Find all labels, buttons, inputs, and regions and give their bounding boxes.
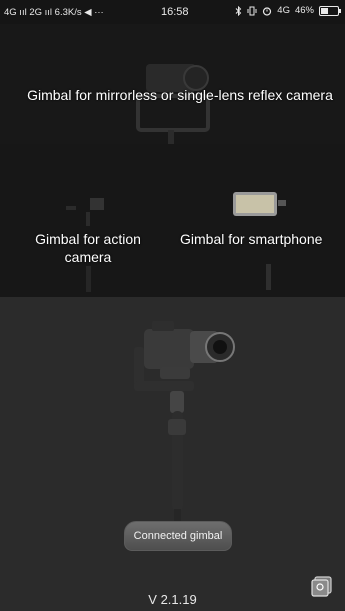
gimbal-product-image <box>134 321 235 525</box>
gimbal-option-action[interactable]: Gimbal for action camera <box>0 144 172 297</box>
network-type: 4G <box>277 5 290 16</box>
battery-level <box>321 7 328 14</box>
smartphone-label: Gimbal for smartphone <box>180 231 323 247</box>
signal-status-text: 4G ııl 2G ııl 6.3K/s ◀ ··· <box>4 6 104 18</box>
action-label: Gimbal for action camera <box>35 231 141 265</box>
gimbal-option-smartphone[interactable]: Gimbal for smartphone <box>172 144 345 297</box>
connected-gimbal-panel <box>0 297 345 611</box>
battery-percent: 46% <box>294 5 314 16</box>
app-version: V 2.1.19 <box>148 592 197 607</box>
gimbal-row-middle: Gimbal for action camera Gimbal for smar… <box>0 144 345 297</box>
mirrorless-label: Gimbal for mirrorless or single-lens ref… <box>27 87 333 103</box>
status-left: 4G ııl 2G ııl 6.3K/s ◀ ··· <box>4 7 104 18</box>
battery-icon <box>319 5 341 16</box>
status-right: 4G 46% <box>235 5 341 16</box>
vibrate-icon <box>247 6 257 15</box>
connected-gimbal-button[interactable]: Connected gimbal <box>124 521 232 551</box>
status-time: 16:58 <box>161 6 189 18</box>
gimbal-option-mirrorless[interactable]: Gimbal for mirrorless or single-lens ref… <box>0 24 345 144</box>
alarm-icon <box>263 6 272 16</box>
album-icon[interactable] <box>310 574 334 598</box>
status-bar: 4G ııl 2G ııl 6.3K/s ◀ ··· 16:58 4G 46% <box>0 0 345 24</box>
bluetooth-icon <box>235 5 242 16</box>
